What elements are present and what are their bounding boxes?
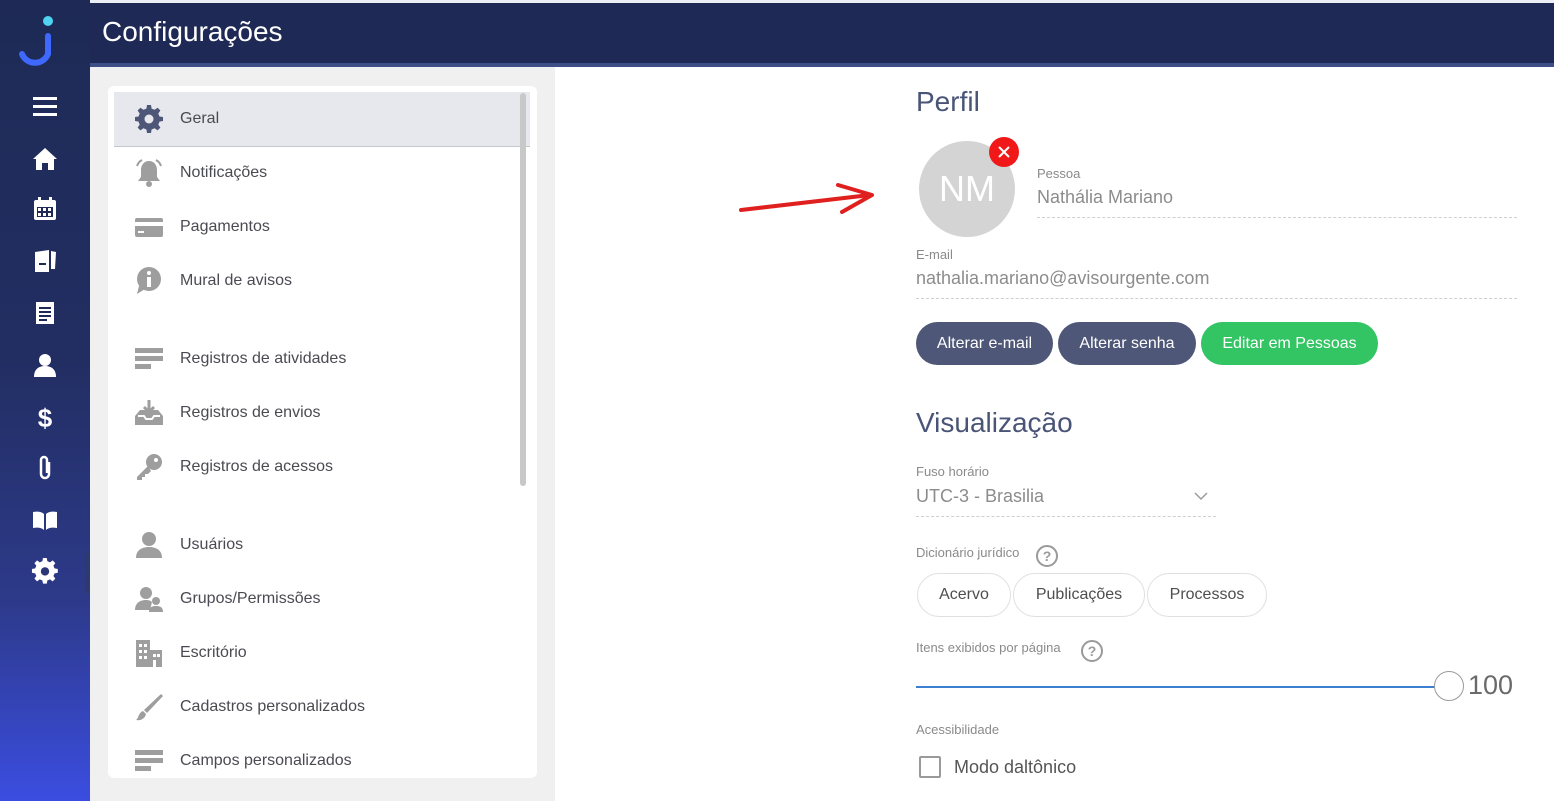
menu-item-grupos-permissoes[interactable]: Grupos/Permissões: [114, 572, 530, 626]
menu-item-notificacoes[interactable]: Notificações: [114, 146, 530, 200]
settings-menu: Geral Notificações Pagamentos Mural de a…: [108, 86, 537, 778]
red-arrow-annotation: [739, 183, 874, 214]
user-group-icon: [134, 584, 164, 614]
menu-item-label: Pagamentos: [180, 218, 270, 235]
person-name-field[interactable]: Nathália Mariano: [1037, 187, 1173, 208]
menu-item-label: Escritório: [180, 644, 247, 661]
menu-scrollbar[interactable]: [520, 93, 526, 486]
top-header: Configurações: [90, 0, 1554, 63]
email-field[interactable]: nathalia.mariano@avisourgente.com: [916, 268, 1209, 289]
menu-item-registros-de-atividades[interactable]: Registros de atividades: [114, 332, 530, 386]
menu-item-label: Notificações: [180, 164, 268, 181]
email-field-underline: [916, 298, 1517, 299]
gear-icon: [134, 104, 164, 134]
dollar-icon[interactable]: $: [30, 402, 60, 432]
dictionary-chip-publicacoes[interactable]: Publicações: [1013, 573, 1145, 617]
home-icon[interactable]: [30, 144, 60, 174]
menu-icon[interactable]: [30, 92, 60, 122]
menu-item-label: Registros de acessos: [180, 458, 333, 475]
colorblind-label: Modo daltônico: [954, 757, 1077, 777]
brush-icon: [134, 692, 164, 722]
menu-item-label: Usuários: [180, 536, 244, 553]
help-icon[interactable]: ?: [1036, 545, 1058, 567]
menu-item-label: Geral: [180, 110, 220, 127]
active-rail-indicator: [85, 553, 89, 593]
paperclip-icon[interactable]: [30, 453, 60, 483]
avatar-initials: NM: [939, 168, 995, 209]
documents-icon[interactable]: [30, 246, 60, 276]
close-icon: [998, 146, 1010, 158]
menu-item-label: Cadastros personalizados: [180, 698, 365, 715]
calendar-icon[interactable]: [30, 194, 60, 224]
accessibility-label: Acessibilidade: [916, 722, 1000, 737]
file-list-icon[interactable]: [30, 298, 60, 328]
book-icon[interactable]: [30, 505, 60, 535]
building-icon: [134, 638, 164, 668]
edit-in-people-button[interactable]: Editar em Pessoas: [1201, 322, 1378, 365]
info-bubble-icon: [134, 266, 164, 296]
timezone-select[interactable]: UTC-3 - Brasilia: [916, 486, 1044, 507]
left-nav-rail: $: [0, 0, 90, 801]
user-icon: [134, 530, 164, 560]
menu-item-registros-de-acessos[interactable]: Registros de acessos: [114, 440, 530, 494]
items-per-page-value: 100: [1468, 670, 1514, 700]
menu-item-usuarios[interactable]: Usuários: [114, 518, 530, 572]
timezone-underline: [916, 516, 1216, 517]
dictionary-chip-processos[interactable]: Processos: [1147, 573, 1267, 617]
display-section-title: Visualização: [916, 407, 1073, 438]
menu-item-label: Registros de envios: [180, 404, 321, 421]
menu-item-mural-de-avisos[interactable]: Mural de avisos: [114, 254, 530, 308]
items-per-page-label: Itens exibidos por página: [916, 640, 1061, 655]
menu-item-label: Grupos/Permissões: [180, 590, 321, 607]
person-field-underline: [1037, 217, 1517, 218]
timezone-label: Fuso horário: [916, 464, 989, 479]
dictionary-chip-acervo[interactable]: Acervo: [917, 573, 1011, 617]
chevron-down-icon[interactable]: [1194, 490, 1208, 502]
menu-item-pagamentos[interactable]: Pagamentos: [114, 200, 530, 254]
menu-item-geral[interactable]: Geral: [114, 92, 530, 147]
dictionary-label: Dicionário jurídico: [916, 545, 1020, 560]
menu-item-campos-personalizados[interactable]: Campos personalizados: [114, 734, 530, 778]
menu-item-label: Mural de avisos: [180, 272, 293, 289]
menu-item-cadastros-personalizados[interactable]: Cadastros personalizados: [114, 680, 530, 734]
svg-text:$: $: [38, 403, 53, 431]
gear-icon[interactable]: [30, 556, 60, 586]
profile-section-title: Perfil: [916, 86, 980, 117]
person-icon[interactable]: [30, 350, 60, 380]
change-email-button[interactable]: Alterar e-mail: [916, 322, 1053, 365]
bars-icon: [134, 344, 164, 374]
bell-icon: [134, 158, 164, 188]
menu-item-label: Campos personalizados: [180, 752, 352, 769]
colorblind-checkbox[interactable]: [919, 756, 941, 778]
email-label: E-mail: [916, 247, 953, 262]
items-per-page-slider-thumb[interactable]: [1434, 671, 1464, 701]
remove-avatar-button[interactable]: [989, 137, 1019, 167]
inbox-download-icon: [134, 398, 164, 428]
items-per-page-slider-track[interactable]: [916, 686, 1436, 688]
change-password-button[interactable]: Alterar senha: [1058, 322, 1196, 365]
menu-item-escritorio[interactable]: Escritório: [114, 626, 530, 680]
key-icon: [134, 452, 164, 482]
menu-item-label: Registros de atividades: [180, 350, 347, 367]
credit-card-icon: [134, 212, 164, 242]
help-icon[interactable]: ?: [1081, 640, 1103, 662]
app-logo: [19, 16, 53, 66]
person-label: Pessoa: [1037, 166, 1081, 181]
bars-icon: [134, 746, 164, 776]
page-title: Configurações: [102, 16, 283, 47]
menu-item-registros-de-envios[interactable]: Registros de envios: [114, 386, 530, 440]
